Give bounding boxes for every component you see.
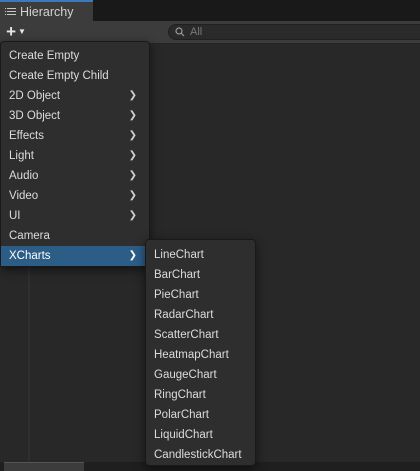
tab-hierarchy[interactable]: Hierarchy [0,0,93,21]
submenu-item-label: PieChart [154,289,199,301]
search-input[interactable] [190,26,390,38]
submenu-item-ringchart[interactable]: RingChart [146,385,255,405]
menu-item-ui[interactable]: UI ❯ [1,206,149,226]
menu-item-create-empty-child[interactable]: Create Empty Child [1,66,149,86]
menu-item-effects[interactable]: Effects ❯ [1,126,149,146]
chevron-right-icon: ❯ [128,150,137,161]
tab-hierarchy-label: Hierarchy [20,4,74,19]
chevron-right-icon: ❯ [128,90,137,101]
menu-item-label: 2D Object [9,90,61,102]
chevron-right-icon: ❯ [128,130,137,141]
menu-item-2d-object[interactable]: 2D Object ❯ [1,86,149,106]
submenu-item-label: PolarChart [154,409,209,421]
submenu-item-heatmapchart[interactable]: HeatmapChart [146,345,255,365]
menu-item-label: 3D Object [9,110,61,122]
tab-strip: Hierarchy [0,0,420,21]
menu-item-label: Light [9,150,34,162]
submenu-item-label: HeatmapChart [154,349,229,361]
menu-item-label: Camera [9,230,50,242]
search-field[interactable] [168,24,420,40]
chevron-right-icon: ❯ [128,190,137,201]
menu-item-camera[interactable]: Camera [1,226,149,246]
submenu-item-label: ScatterChart [154,329,219,341]
xcharts-submenu: LineChart BarChart PieChart RadarChart S… [145,239,256,466]
submenu-item-label: LiquidChart [154,429,213,441]
submenu-item-label: RingChart [154,389,206,401]
menu-item-video[interactable]: Video ❯ [1,186,149,206]
submenu-item-label: RadarChart [154,309,214,321]
create-context-menu: Create Empty Create Empty Child 2D Objec… [0,41,150,267]
menu-item-xcharts[interactable]: XCharts ❯ [1,246,149,266]
submenu-item-linechart[interactable]: LineChart [146,245,255,265]
chevron-down-icon: ▼ [18,27,26,36]
menu-item-audio[interactable]: Audio ❯ [1,166,149,186]
add-button[interactable]: + ▼ [2,23,30,40]
submenu-item-label: BarChart [154,269,201,281]
submenu-item-label: GaugeChart [154,369,217,381]
chevron-right-icon: ❯ [128,110,137,121]
submenu-item-liquidchart[interactable]: LiquidChart [146,425,255,445]
menu-item-light[interactable]: Light ❯ [1,146,149,166]
submenu-item-polarchart[interactable]: PolarChart [146,405,255,425]
menu-item-label: Create Empty [9,50,80,62]
menu-item-label: Effects [9,130,44,142]
menu-item-label: Create Empty Child [9,70,109,82]
list-icon [5,7,16,16]
menu-item-label: Video [9,190,39,202]
search-icon [175,27,185,37]
menu-item-3d-object[interactable]: 3D Object ❯ [1,106,149,126]
submenu-item-radarchart[interactable]: RadarChart [146,305,255,325]
submenu-item-gaugechart[interactable]: GaugeChart [146,365,255,385]
submenu-item-label: LineChart [154,249,204,261]
menu-item-label: XCharts [9,250,51,262]
chevron-right-icon: ❯ [128,250,137,261]
submenu-item-scatterchart[interactable]: ScatterChart [146,325,255,345]
menu-item-create-empty[interactable]: Create Empty [1,46,149,66]
plus-icon: + [6,22,16,41]
submenu-item-barchart[interactable]: BarChart [146,265,255,285]
chevron-right-icon: ❯ [128,210,137,221]
chevron-right-icon: ❯ [128,170,137,181]
menu-item-label: UI [9,210,21,222]
submenu-item-candlestickchart[interactable]: CandlestickChart [146,445,255,465]
submenu-item-label: CandlestickChart [154,449,242,461]
menu-item-label: Audio [9,170,39,182]
submenu-item-piechart[interactable]: PieChart [146,285,255,305]
